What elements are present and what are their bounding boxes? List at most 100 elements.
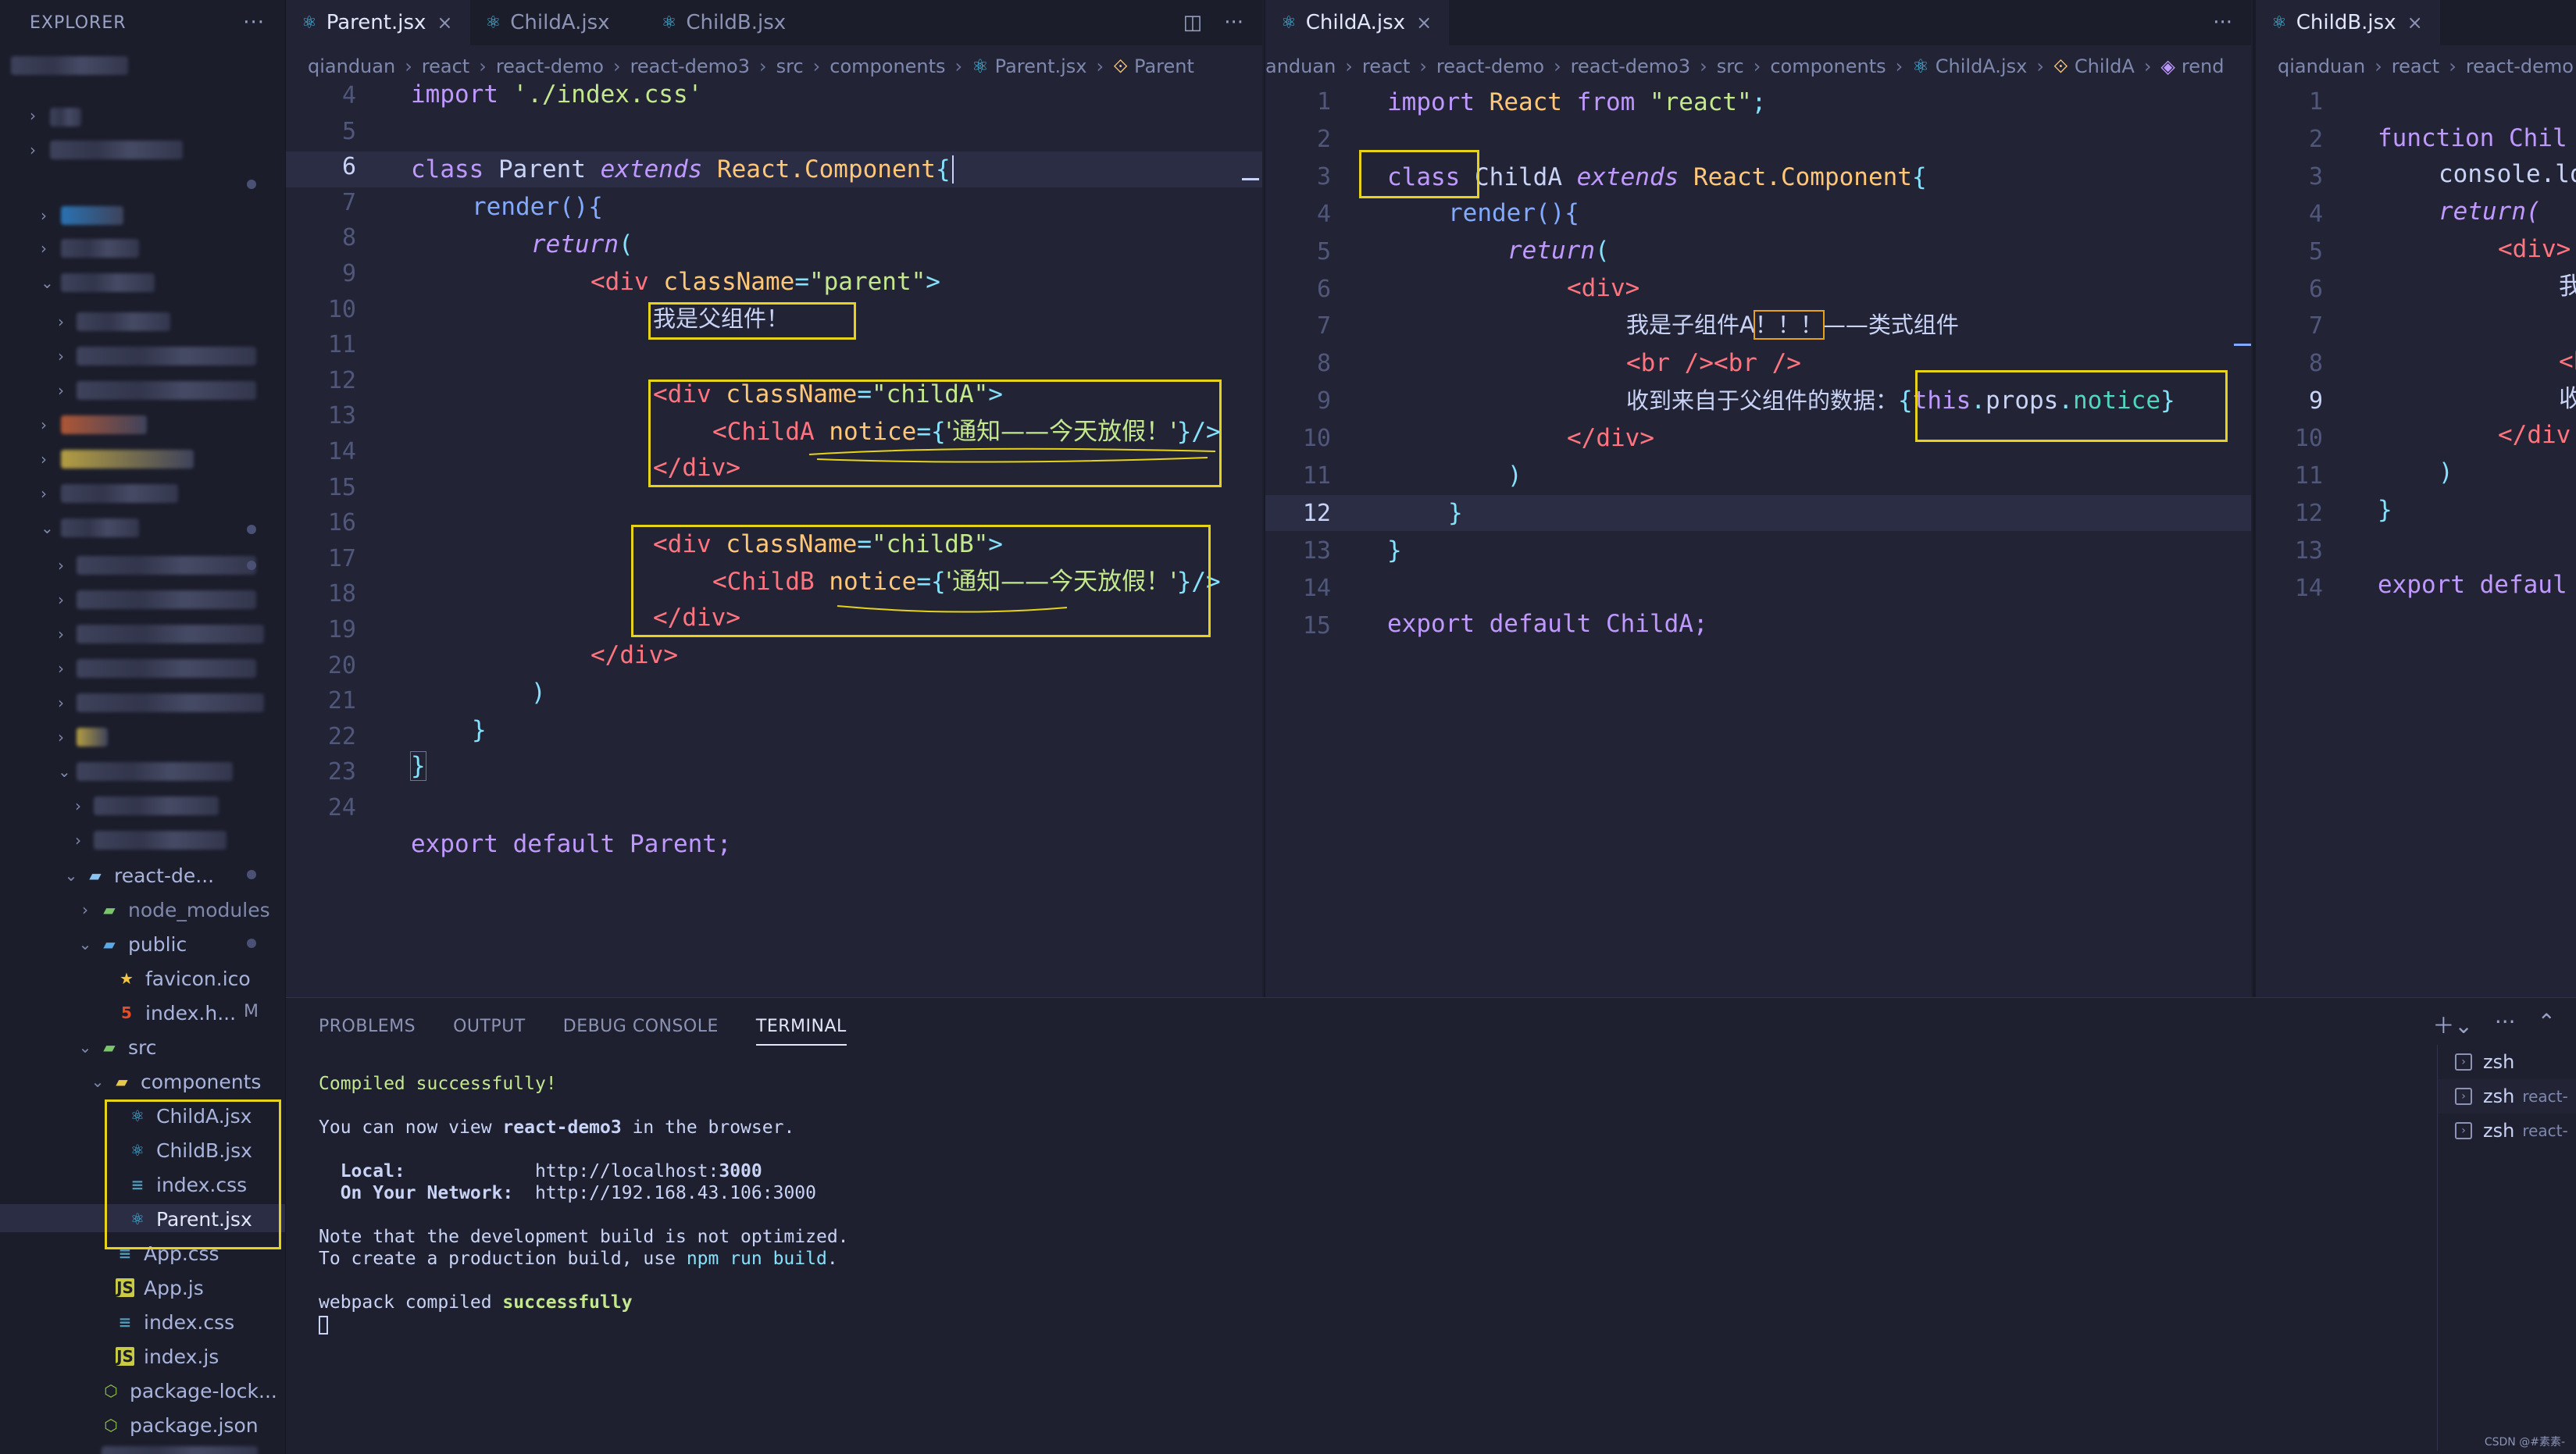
code-line: <div>: [1567, 274, 1640, 302]
minimap-marker: [2234, 344, 2251, 346]
line-number: 2: [2308, 125, 2323, 153]
tab-childb-jsx[interactable]: ⚛ ChildB.jsx ×: [2256, 0, 2440, 45]
code-line: </div: [2498, 421, 2571, 449]
tree-file-favicon[interactable]: ★ favicon.ico: [117, 961, 251, 996]
chevron-up-icon[interactable]: ⌃: [2538, 1009, 2556, 1040]
terminal-item[interactable]: › zsh react-: [2438, 1114, 2576, 1148]
line-number: 8: [1316, 350, 1331, 378]
annotation-highlight-box: [105, 1099, 281, 1249]
tree-file-package-json[interactable]: ⬡ package.json: [102, 1408, 258, 1442]
folder-open-icon: ▰: [116, 1072, 128, 1091]
tab-problems[interactable]: PROBLEMS: [319, 1017, 416, 1046]
editor-group-childb: ⚛ ChildB.jsx × qianduan › react › react-de…: [2253, 0, 2576, 997]
react-icon: ⚛: [1281, 12, 1297, 33]
line-number: 9: [2308, 387, 2323, 415]
code-line: }: [1448, 499, 1463, 527]
editor-group-childa: ⚛ ChildA.jsx × ··· anduan › react › react-…: [1264, 0, 2251, 997]
code-line: ): [2439, 458, 2453, 486]
html5-icon: 5: [121, 1003, 132, 1022]
terminal-line: To create a production build, use npm ru…: [319, 1249, 838, 1269]
code-line: console.lo: [2439, 160, 2576, 188]
line-number: 5: [1316, 237, 1331, 265]
tab-childa-jsx[interactable]: ⚛ ChildA.jsx ×: [1265, 0, 1450, 45]
editor-group-parent: ⚛ Parent.jsx × ⚛ ChildA.jsx ⚛ ChildB.jsx…: [286, 0, 1262, 997]
close-icon[interactable]: ×: [1416, 12, 1432, 34]
tab-debug-console[interactable]: DEBUG CONSOLE: [563, 1017, 719, 1046]
annotation-underline: [808, 447, 1216, 613]
tree-file-index-css[interactable]: ≡ index.css: [116, 1305, 235, 1339]
breadcrumb-item[interactable]: ChildA: [2075, 55, 2135, 77]
breadcrumb-item[interactable]: components: [1770, 55, 1886, 77]
line-number: 7: [1316, 312, 1331, 340]
current-line-highlight: [1265, 495, 2251, 531]
breadcrumb-item[interactable]: react: [2392, 55, 2439, 77]
blurred-row: [102, 1446, 258, 1454]
ellipsis-icon[interactable]: ···: [2213, 11, 2232, 34]
breadcrumb: qianduan › react › react-demo: [2278, 55, 2574, 77]
nodejs-icon: ⬡: [104, 1381, 118, 1400]
tree-file-package-lock[interactable]: ⬡ package-lock...: [102, 1374, 277, 1408]
folder-icon: ▰: [103, 900, 116, 919]
code-line: <div>: [2498, 235, 2571, 263]
code-line: 我: [2559, 269, 2576, 305]
tab-bar: ⚛ ChildB.jsx ×: [2256, 0, 2576, 45]
line-number: 13: [1302, 536, 1331, 565]
explorer-title: EXPLORER: [30, 12, 127, 33]
tree-folder-components[interactable]: ⌄ ▰ components: [89, 1064, 262, 1099]
add-terminal-icon[interactable]: ＋⌄: [2432, 1009, 2472, 1040]
tree-file-app-js[interactable]: JS App.js: [116, 1270, 204, 1305]
class-symbol-icon: ⟐: [2053, 55, 2068, 77]
line-number: 8: [2308, 350, 2323, 378]
tab-terminal[interactable]: TERMINAL: [755, 1017, 847, 1046]
ellipsis-icon[interactable]: ···: [243, 11, 265, 34]
modified-badge: M: [244, 1002, 259, 1021]
breadcrumb-item[interactable]: anduan: [1265, 55, 1336, 77]
close-icon[interactable]: ×: [2407, 12, 2423, 34]
tab-bar: ⚛ ChildA.jsx × ···: [1265, 0, 2251, 45]
line-number: 4: [1316, 200, 1331, 228]
chevron-down-icon: ⌄: [64, 866, 78, 885]
terminal-line: Compiled successfully!: [319, 1074, 557, 1094]
line-number: 6: [2308, 275, 2323, 303]
terminal-item[interactable]: › zsh: [2438, 1045, 2576, 1079]
code-line: export default ChildA;: [1387, 610, 1708, 638]
terminal-item[interactable]: › zsh react-: [2438, 1079, 2576, 1114]
ellipsis-icon[interactable]: ···: [2495, 1009, 2516, 1040]
code-line: </div>: [1567, 424, 1654, 452]
tree-folder-node-modules[interactable]: › ▰ node_modules: [77, 893, 270, 927]
breadcrumb: anduan › react › react-demo › react-demo3 › …: [1265, 55, 2225, 77]
line-number: 14: [1302, 574, 1331, 602]
code-line: <br /><br />: [1626, 349, 1801, 377]
tree-file-index-html[interactable]: 5 index.h...: [117, 996, 236, 1030]
terminal-output[interactable]: Compiled successfully! You can now view …: [319, 1073, 849, 1335]
breadcrumb-item[interactable]: react-demo: [2466, 55, 2574, 77]
css-icon: ≡: [118, 1313, 132, 1331]
explorer-sidebar: EXPLORER ··· › › › › ⌄ › › › › › › ⌄ › ›…: [0, 0, 286, 1454]
watermark: CSDN @#素素-: [2484, 1436, 2565, 1449]
tab-output[interactable]: OUTPUT: [453, 1017, 526, 1046]
code-line: 收: [2559, 381, 2576, 417]
breadcrumb-item[interactable]: react: [1362, 55, 1410, 77]
breadcrumb-item[interactable]: ChildA.jsx: [1936, 55, 2028, 77]
breadcrumb-item[interactable]: react-demo: [1436, 55, 1544, 77]
line-number: 14: [2294, 574, 2323, 602]
terminal-icon: ›: [2455, 1122, 2472, 1139]
tree-folder-src[interactable]: ⌄ ▰ src: [77, 1030, 157, 1064]
folder-open-icon: ▰: [89, 866, 102, 885]
explorer-header: EXPLORER ···: [0, 0, 285, 45]
line-number: 10: [2294, 425, 2323, 453]
tree-folder-public[interactable]: ⌄ ▰ public: [77, 927, 187, 961]
tree-file-index-js[interactable]: JS index.js: [116, 1339, 219, 1374]
breadcrumb-item[interactable]: qianduan: [2278, 55, 2365, 77]
line-number: 15: [1302, 611, 1331, 640]
chevron-down-icon: ⌄: [78, 935, 92, 953]
terminal-icon: ›: [2455, 1088, 2472, 1105]
breadcrumb-item[interactable]: react-demo3: [1571, 55, 1690, 77]
bottom-panel: PROBLEMS OUTPUT DEBUG CONSOLE TERMINAL ＋…: [286, 997, 2576, 1454]
code-line: 我是子组件A！！！——类式组件: [1626, 310, 1959, 340]
line-number: 2: [1316, 125, 1331, 153]
react-icon: ⚛: [1912, 55, 1929, 77]
tree-folder-react-demo[interactable]: ⌄ ▰ react-de...: [62, 858, 214, 893]
breadcrumb-item[interactable]: src: [1717, 55, 1744, 77]
breadcrumb-item[interactable]: rend: [2182, 55, 2225, 77]
